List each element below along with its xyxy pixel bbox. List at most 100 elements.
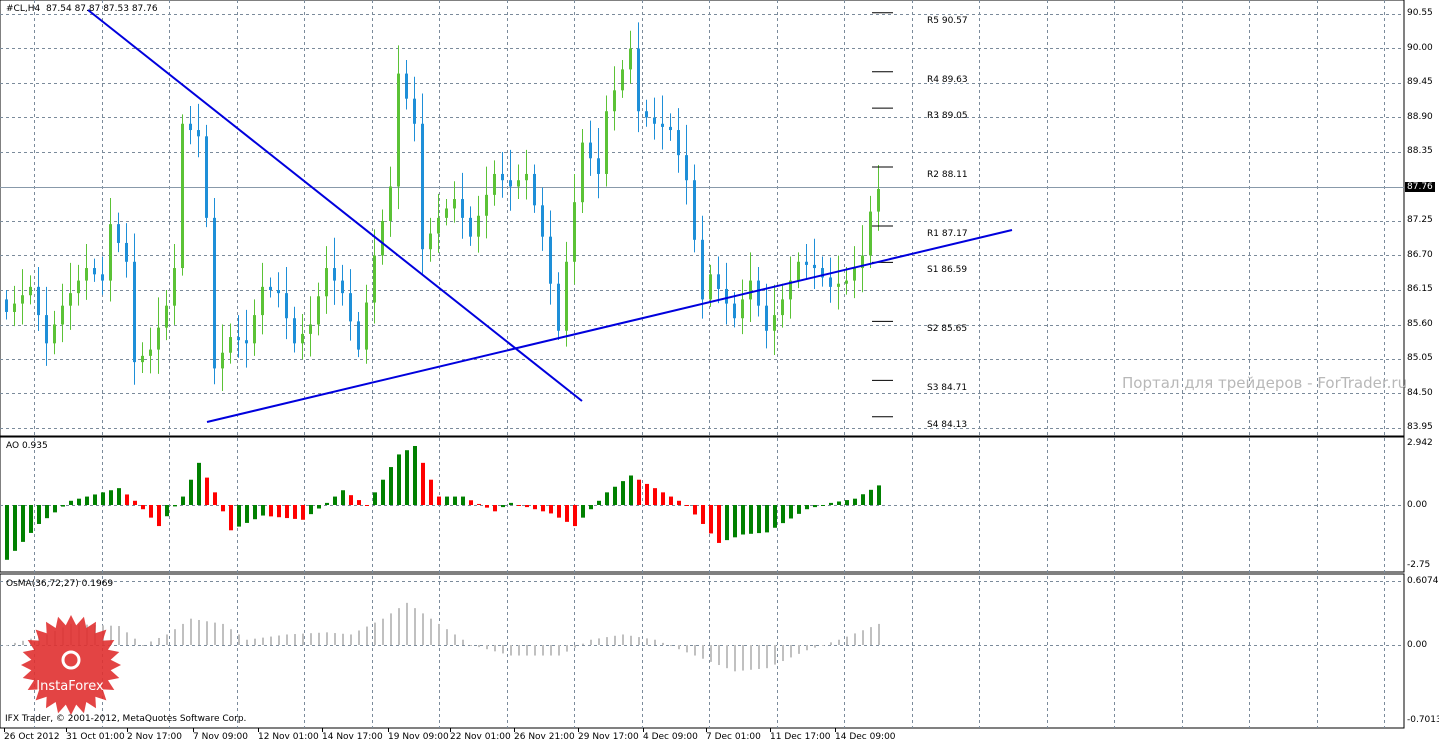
candle-bull bbox=[317, 296, 320, 325]
osma-bar bbox=[382, 618, 384, 645]
candle-bull bbox=[157, 327, 160, 350]
candle-bear bbox=[101, 274, 104, 281]
ao-bar bbox=[509, 502, 513, 505]
ao-axis-top: 2.942 bbox=[1407, 438, 1433, 448]
osma-bar bbox=[342, 633, 344, 645]
candle-bull bbox=[877, 189, 880, 212]
osma-bar bbox=[206, 621, 208, 645]
ao-bar bbox=[21, 505, 25, 542]
candle-bull bbox=[29, 286, 32, 296]
ao-bar bbox=[245, 505, 249, 523]
ao-bar bbox=[541, 505, 545, 512]
ao-bar bbox=[525, 505, 529, 508]
candle-bear bbox=[813, 264, 816, 269]
candle-bull bbox=[781, 299, 784, 316]
time-tick: 12 Nov 01:00 bbox=[258, 732, 319, 742]
ao-bar bbox=[477, 503, 481, 505]
ao-bar bbox=[469, 500, 473, 505]
ao-bar bbox=[45, 505, 49, 519]
ao-bar bbox=[93, 494, 97, 505]
ao-bar bbox=[101, 492, 105, 505]
candle-bear bbox=[357, 321, 360, 350]
osma-bar bbox=[862, 630, 864, 645]
ao-bar bbox=[549, 505, 553, 514]
candle-bull bbox=[837, 283, 840, 287]
candle-bull bbox=[301, 333, 304, 344]
candle-bull bbox=[485, 194, 488, 216]
candle-bull bbox=[221, 352, 224, 369]
osma-bar bbox=[494, 645, 496, 652]
ao-bar bbox=[533, 505, 537, 510]
candle-bear bbox=[117, 224, 120, 243]
ao-bar bbox=[213, 492, 217, 505]
ao-bar bbox=[293, 505, 297, 519]
candle-bull bbox=[389, 186, 392, 221]
osma-bar bbox=[638, 637, 640, 645]
ao-bar bbox=[261, 505, 265, 516]
osma-bar bbox=[662, 642, 664, 645]
ao-bar bbox=[717, 505, 721, 543]
price-tick: 84.50 bbox=[1407, 387, 1433, 398]
osma-bar bbox=[670, 645, 672, 647]
ao-bar bbox=[397, 454, 401, 505]
ao-bar bbox=[341, 490, 345, 505]
candle-bear bbox=[653, 117, 656, 124]
ao-bar bbox=[285, 505, 289, 519]
ao-bar bbox=[685, 505, 689, 506]
candle-bear bbox=[197, 130, 200, 137]
osma-bar bbox=[678, 645, 680, 650]
candle-bull bbox=[373, 255, 376, 303]
ao-bar bbox=[677, 500, 681, 505]
ao-bar bbox=[501, 505, 505, 508]
candle-bull bbox=[741, 299, 744, 319]
osma-bar bbox=[198, 619, 200, 645]
ao-bar bbox=[421, 462, 425, 505]
candle-bear bbox=[549, 236, 552, 284]
ao-bar bbox=[373, 492, 377, 505]
candle-bear bbox=[349, 293, 352, 322]
osma-bar bbox=[310, 633, 312, 645]
osma-bar bbox=[158, 637, 160, 645]
logo-starburst bbox=[21, 615, 121, 715]
candle-bear bbox=[677, 130, 680, 156]
time-tick: 26 Nov 21:00 bbox=[514, 732, 575, 742]
ao-bar bbox=[765, 505, 769, 533]
osma-bar bbox=[606, 637, 608, 645]
chart-canvas[interactable] bbox=[0, 0, 1439, 745]
time-tick: 2 Nov 17:00 bbox=[127, 732, 182, 742]
time-tick: 14 Nov 17:00 bbox=[322, 732, 383, 742]
osma-bar bbox=[174, 629, 176, 645]
price-tick: 90.55 bbox=[1407, 8, 1433, 18]
candle-bear bbox=[757, 280, 760, 306]
chart-header: #CL,H4 87.54 87.87 87.53 87.76 bbox=[6, 4, 158, 14]
price-tick: 86.15 bbox=[1407, 284, 1433, 294]
candle-bull bbox=[517, 180, 520, 187]
ao-bar bbox=[861, 494, 865, 505]
candle-bull bbox=[181, 123, 184, 269]
candle-bull bbox=[565, 261, 568, 331]
candle-bull bbox=[149, 349, 152, 356]
osma-bar bbox=[614, 635, 616, 645]
ao-bar bbox=[85, 496, 89, 505]
ao-bar bbox=[613, 486, 617, 505]
time-tick: 26 Oct 2012 bbox=[4, 732, 60, 742]
osma-bar bbox=[830, 642, 832, 645]
osma-bar bbox=[710, 645, 712, 662]
price-tick: 87.25 bbox=[1407, 215, 1433, 225]
candle-bull bbox=[69, 293, 72, 306]
pivot-label: R3 89.05 bbox=[927, 111, 968, 122]
trendline-up[interactable] bbox=[206, 229, 1013, 423]
ao-bar bbox=[317, 505, 321, 509]
ao-bar bbox=[621, 481, 625, 505]
candle-bull bbox=[325, 268, 328, 297]
ao-bar bbox=[205, 477, 209, 505]
osma-bar bbox=[782, 645, 784, 662]
osma-bar bbox=[246, 639, 248, 645]
ao-bar bbox=[149, 505, 153, 518]
candle-bear bbox=[5, 299, 8, 312]
pivot-label: R4 89.63 bbox=[927, 74, 968, 85]
ao-bar bbox=[389, 467, 393, 505]
osma-bar bbox=[446, 629, 448, 645]
time-tick: 7 Dec 01:00 bbox=[706, 732, 761, 742]
ao-bar bbox=[69, 500, 73, 505]
